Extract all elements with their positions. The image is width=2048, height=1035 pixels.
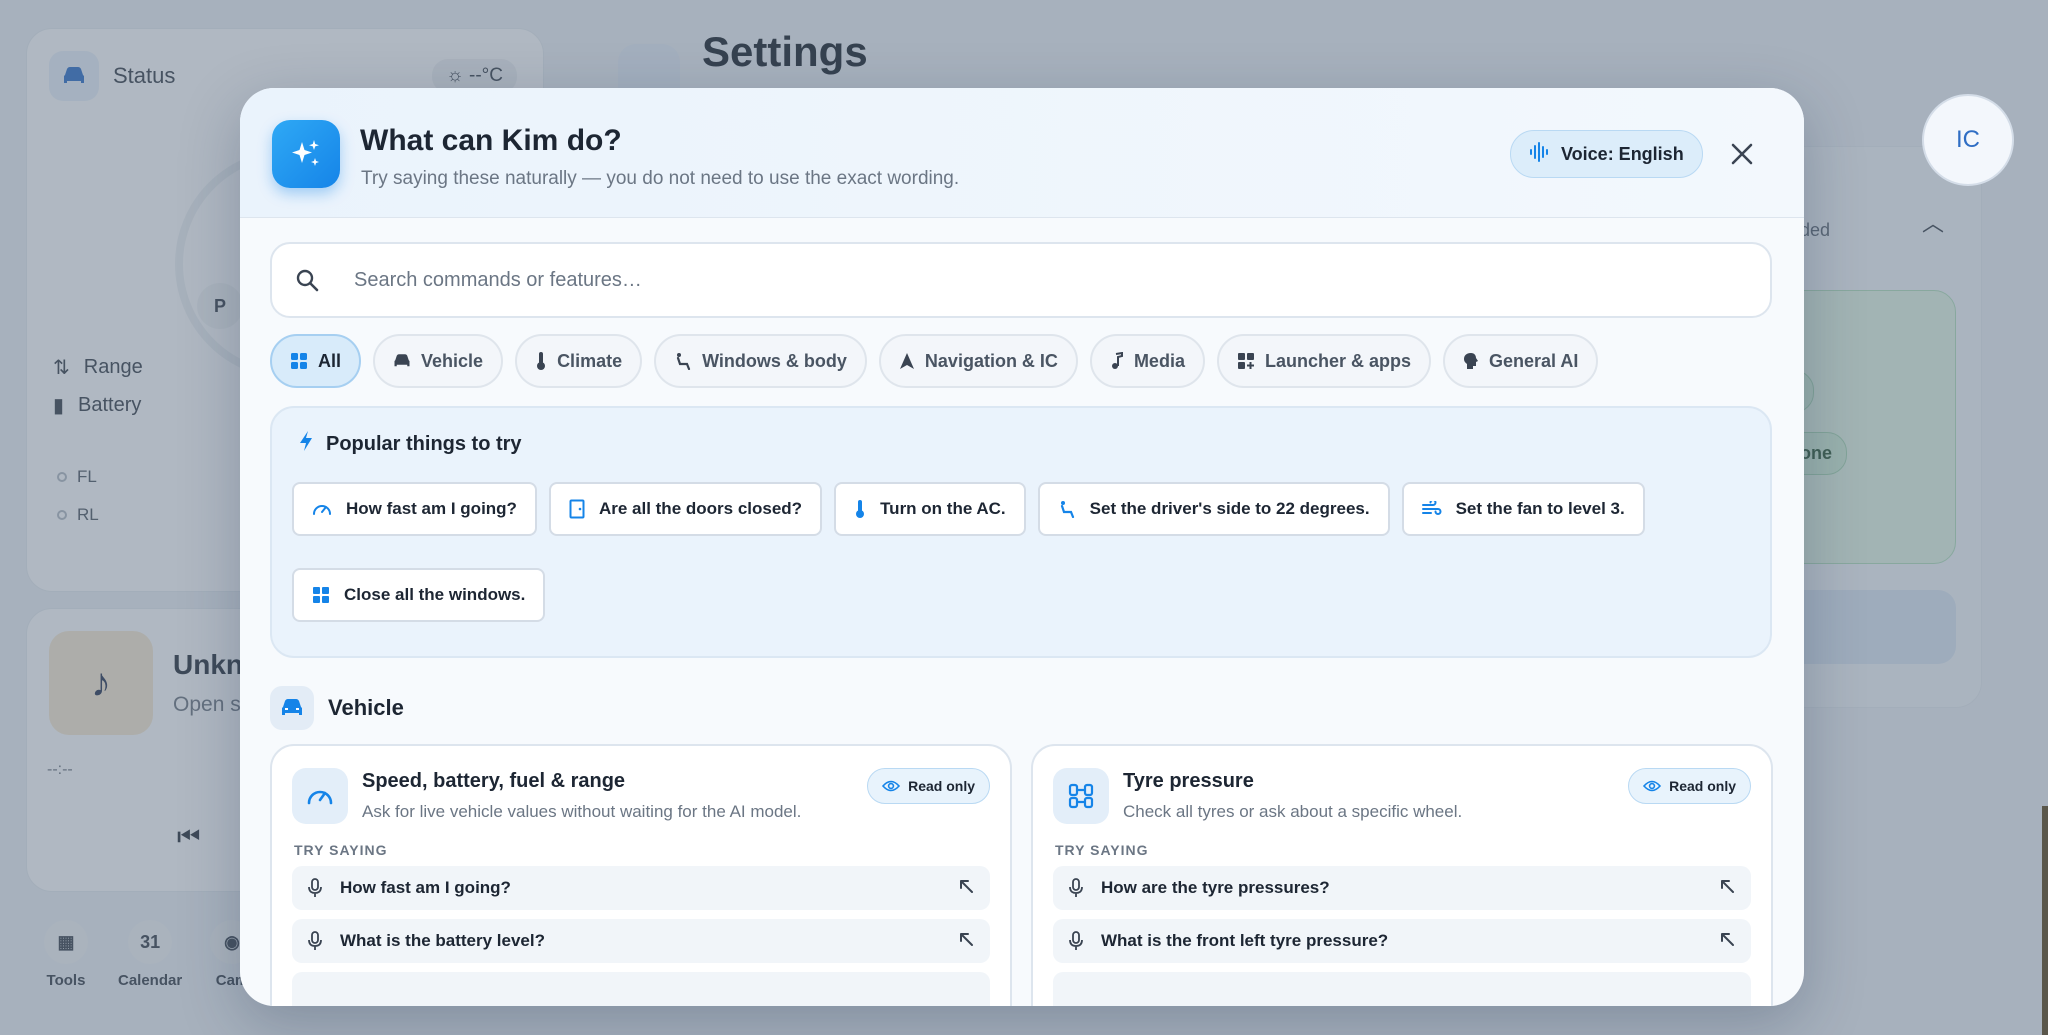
door-icon	[569, 499, 585, 519]
speedometer-icon	[292, 768, 348, 824]
example-phrase[interactable]	[1053, 972, 1751, 1006]
tab-vehicle[interactable]: Vehicle	[373, 334, 504, 388]
vehicle-section-header: Vehicle	[270, 686, 404, 730]
lightning-icon	[298, 430, 314, 458]
brain-icon	[1463, 352, 1479, 370]
search-field[interactable]	[270, 242, 1772, 318]
music-note-icon	[1110, 352, 1124, 370]
example-phrase[interactable]: What is the battery level?	[292, 919, 990, 963]
microphone-icon	[308, 931, 322, 951]
tab-label: General AI	[1488, 350, 1579, 371]
tab-label: Media	[1133, 350, 1185, 371]
tab-general-ai[interactable]: General AI	[1442, 334, 1599, 388]
badge-label: Read only	[908, 778, 975, 794]
voice-language-label: Voice: English	[1561, 143, 1684, 164]
dialog-header: What can Kim do? Try saying these natura…	[240, 88, 1804, 218]
capability-card: Speed, battery, fuel & range Ask for live…	[270, 744, 1012, 1006]
eye-icon	[882, 780, 901, 792]
tab-label: All	[318, 350, 342, 371]
seat-icon	[674, 352, 692, 370]
speedometer-icon	[312, 500, 332, 518]
tyre-icon	[1053, 768, 1109, 824]
close-button[interactable]	[1724, 136, 1760, 172]
microphone-icon	[308, 878, 322, 898]
seat-icon	[1058, 500, 1076, 518]
example-text: How are the tyre pressures?	[1101, 878, 1330, 897]
arrow-up-left-icon[interactable]	[1719, 930, 1735, 953]
suggestion-label: How fast am I going?	[346, 499, 517, 518]
read-only-badge: Read only	[1628, 768, 1751, 804]
suggestion-label: Are all the doors closed?	[598, 499, 803, 518]
thermometer-icon	[854, 499, 866, 519]
dialog-subtitle: Try saying these naturally — you do not …	[361, 168, 960, 189]
dialog-title: What can Kim do?	[360, 124, 622, 157]
what-can-kim-do-dialog: What can Kim do? Try saying these natura…	[240, 88, 1804, 1006]
microphone-icon	[1069, 931, 1083, 951]
example-phrase[interactable]: What is the front left tyre pressure?	[1053, 919, 1751, 963]
tab-navigation-ic[interactable]: Navigation & IC	[878, 334, 1078, 388]
tab-windows-body[interactable]: Windows & body	[654, 334, 867, 388]
waveform-icon	[1529, 141, 1551, 167]
read-only-badge: Read only	[867, 768, 990, 804]
card-description: Ask for live vehicle values without wait…	[362, 802, 802, 821]
arrow-up-left-icon[interactable]	[1719, 877, 1735, 900]
microphone-icon	[1069, 878, 1083, 898]
tab-climate[interactable]: Climate	[515, 334, 643, 388]
badge-label: Read only	[1669, 778, 1736, 794]
example-phrase[interactable]: How are the tyre pressures?	[1053, 866, 1751, 910]
suggestion-label: Set the driver's side to 22 degrees.	[1089, 499, 1370, 518]
fan-icon	[1421, 501, 1442, 517]
category-tabs: All Vehicle Climate Windows & body Navigatio…	[270, 334, 1599, 388]
suggestion-label: Close all the windows.	[344, 585, 526, 604]
close-icon	[1731, 143, 1753, 165]
tab-all[interactable]: All	[270, 334, 362, 388]
suggestion-label: Turn on the AC.	[880, 499, 1006, 518]
tab-label: Climate	[557, 350, 623, 371]
tab-label: Launcher & apps	[1264, 350, 1411, 371]
navigation-arrow-icon	[899, 352, 915, 370]
arrow-up-left-icon[interactable]	[958, 930, 974, 953]
card-description: Check all tyres or ask about a specific …	[1123, 802, 1463, 821]
capability-card: Tyre pressure Check all tyres or ask abou…	[1031, 744, 1773, 1006]
try-saying-label: TRY SAYING	[1055, 842, 1149, 858]
thermometer-icon	[535, 351, 547, 371]
example-text: What is the front left tyre pressure?	[1101, 931, 1389, 950]
card-title: Tyre pressure	[1123, 770, 1254, 792]
popular-suggestion[interactable]: Are all the doors closed?	[548, 482, 823, 536]
car-icon	[393, 353, 411, 369]
popular-section: Popular things to try How fast am I goin…	[270, 406, 1772, 658]
sparkle-icon	[272, 120, 340, 188]
window-icon	[312, 586, 330, 604]
example-text: What is the battery level?	[340, 931, 545, 950]
search-input[interactable]	[354, 268, 1654, 292]
popular-suggestion[interactable]: How fast am I going?	[292, 482, 537, 536]
example-phrase[interactable]	[292, 972, 990, 1006]
tab-label: Navigation & IC	[924, 350, 1058, 371]
example-text: How fast am I going?	[340, 878, 511, 897]
try-saying-label: TRY SAYING	[294, 842, 388, 858]
car-icon	[270, 686, 314, 730]
popular-suggestion[interactable]: Close all the windows.	[292, 568, 546, 622]
popular-suggestion[interactable]: Set the driver's side to 22 degrees.	[1037, 482, 1390, 536]
search-icon	[272, 268, 342, 292]
tab-label: Vehicle	[421, 350, 484, 371]
popular-suggestion[interactable]: Set the fan to level 3.	[1401, 482, 1645, 536]
section-title: Vehicle	[328, 695, 404, 720]
voice-language-button[interactable]: Voice: English	[1510, 130, 1703, 178]
apps-icon	[1237, 352, 1255, 370]
popular-suggestion[interactable]: Turn on the AC.	[834, 482, 1026, 536]
popular-title: Popular things to try	[326, 432, 522, 455]
avatar[interactable]: IC	[1922, 94, 2014, 186]
arrow-up-left-icon[interactable]	[958, 877, 974, 900]
grid-icon	[290, 352, 308, 370]
card-title: Speed, battery, fuel & range	[362, 770, 626, 792]
tab-launcher-apps[interactable]: Launcher & apps	[1216, 334, 1431, 388]
suggestion-label: Set the fan to level 3.	[1455, 499, 1625, 518]
popular-list: How fast am I going? Are all the doors cl…	[292, 482, 1752, 622]
popular-header: Popular things to try	[298, 430, 522, 458]
example-phrase[interactable]: How fast am I going?	[292, 866, 990, 910]
tab-label: Windows & body	[702, 350, 847, 371]
tab-media[interactable]: Media	[1089, 334, 1205, 388]
eye-icon	[1643, 780, 1662, 792]
